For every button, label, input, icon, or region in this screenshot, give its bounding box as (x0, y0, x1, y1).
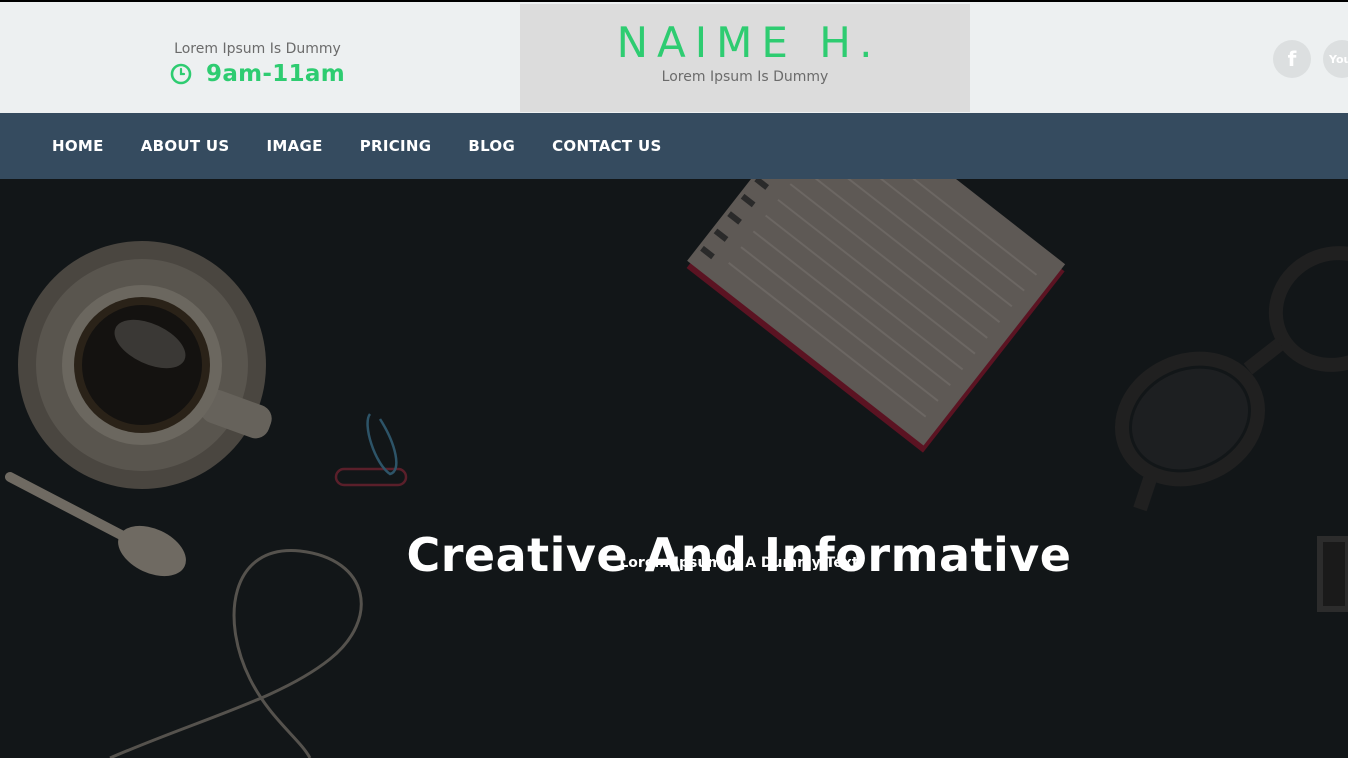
nav-item-image[interactable]: IMAGE (267, 137, 323, 155)
main-nav: HOME ABOUT US IMAGE PRICING BLOG CONTACT… (0, 113, 1348, 179)
hours-row: 9am-11am (150, 60, 365, 88)
clock-icon (170, 63, 192, 85)
brand-subtitle: Lorem Ipsum Is Dummy (661, 69, 829, 85)
nav-item-blog[interactable]: BLOG (468, 137, 515, 155)
nav-item-contact-us[interactable]: CONTACT US (552, 137, 661, 155)
hero-subtitle: Lorem Ipsum Is A Dummy Text (619, 555, 859, 571)
opening-hours: Lorem Ipsum Is Dummy 9am-11am (150, 40, 365, 88)
brand-title: NAIME H. (616, 18, 882, 67)
nav-list: HOME ABOUT US IMAGE PRICING BLOG CONTACT… (0, 113, 1348, 179)
brand-logo[interactable]: NAIME H. Lorem Ipsum Is Dummy (520, 4, 970, 112)
hero-banner: Creative And Informative Lorem Ipsum Is … (0, 179, 1348, 758)
hero-background-image (5, 179, 1348, 758)
nav-item-pricing[interactable]: PRICING (360, 137, 432, 155)
nav-item-home[interactable]: HOME (52, 137, 104, 155)
nav-item-about-us[interactable]: ABOUT US (141, 137, 230, 155)
facebook-icon[interactable]: f (1273, 40, 1311, 78)
hours-value: 9am-11am (206, 61, 345, 87)
hours-caption: Lorem Ipsum Is Dummy (174, 41, 341, 57)
youtube-icon[interactable]: You (1323, 40, 1348, 78)
site-header: Lorem Ipsum Is Dummy 9am-11am NAIME H. L… (0, 2, 1348, 113)
